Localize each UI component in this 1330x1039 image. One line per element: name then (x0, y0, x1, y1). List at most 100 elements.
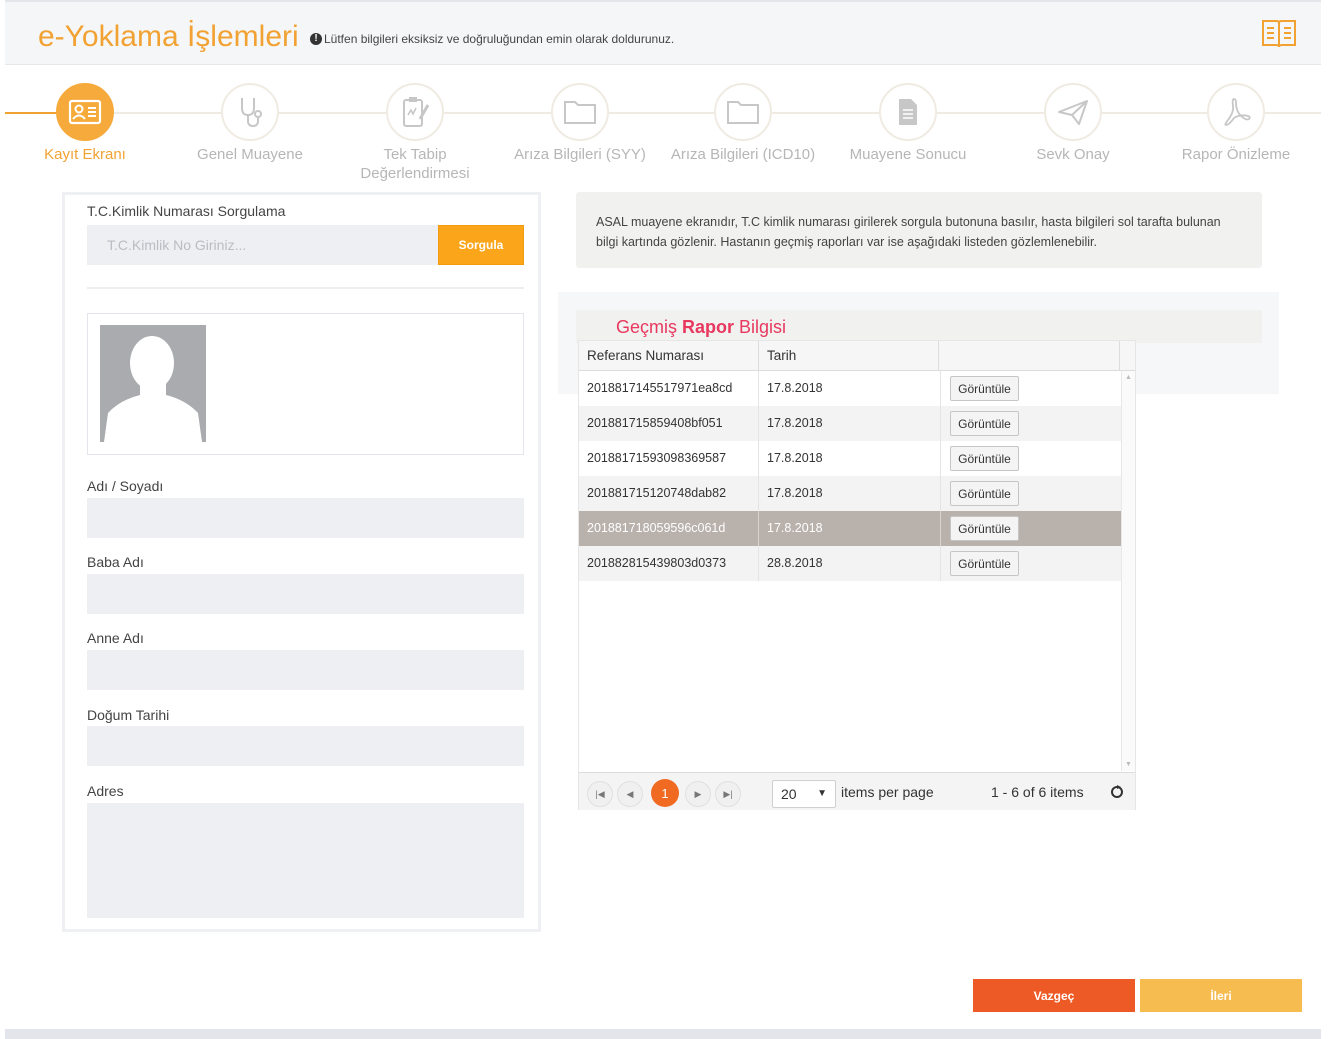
view-button[interactable]: Görüntüle (950, 551, 1019, 576)
patient-card: T.C.Kimlik Numarası Sorgulama Sorgula Ad… (62, 192, 541, 932)
ref-cell: 201882815439803d0373 (579, 546, 759, 581)
birth-label: Doğum Tarihi (87, 707, 170, 723)
address-field[interactable] (87, 803, 524, 918)
photo-box (87, 313, 524, 455)
step-rapor-onizleme[interactable]: Rapor Önizleme (1156, 83, 1316, 164)
refresh-icon[interactable] (1110, 785, 1124, 799)
document-icon (899, 99, 917, 125)
date-cell: 17.8.2018 (759, 441, 941, 476)
last-page-icon[interactable]: ▶| (715, 781, 741, 807)
step-ariza-syy[interactable]: Arıza Bilgileri (SYY) (500, 83, 660, 164)
birth-field[interactable] (87, 726, 524, 766)
step-circle (221, 83, 279, 141)
step-genel-muayene[interactable]: Genel Muayene (170, 83, 330, 164)
history-title-pre: Geçmiş (616, 317, 683, 337)
date-cell: 28.8.2018 (759, 546, 941, 581)
table-row[interactable]: 201881715120748dab82 17.8.2018 Görüntüle (579, 476, 1121, 511)
folder-icon (727, 101, 759, 124)
bottom-border (5, 1029, 1321, 1039)
tc-label: T.C.Kimlik Numarası Sorgulama (87, 203, 286, 219)
wizard-steps: Kayıt Ekranı Genel Muayene Tek Tabip Değ… (5, 80, 1321, 190)
next-button[interactable]: İleri (1140, 979, 1302, 1012)
table-row[interactable]: 20188171593098369587 17.8.2018 Görüntüle (579, 441, 1121, 476)
current-page[interactable]: 1 (651, 779, 679, 807)
next-page-icon[interactable]: ▶ (685, 781, 711, 807)
step-sevk-onay[interactable]: Sevk Onay (993, 83, 1153, 164)
step-circle (1207, 83, 1265, 141)
history-title-post: Bilgisi (734, 317, 787, 337)
clipboard-pen-icon (403, 97, 430, 127)
step-label: Sevk Onay (1036, 146, 1110, 163)
view-button[interactable]: Görüntüle (950, 481, 1019, 506)
dropdown-caret-icon: ▼ (817, 788, 827, 799)
divider (87, 287, 524, 289)
view-button[interactable]: Görüntüle (950, 516, 1019, 541)
step-kayit-ekrani[interactable]: Kayıt Ekranı (5, 83, 165, 164)
address-label: Adres (87, 783, 124, 799)
app-frame: e-Yoklama İşlemleri ! Lütfen bilgileri e… (5, 0, 1321, 1039)
mother-field[interactable] (87, 650, 524, 690)
view-button[interactable]: Görüntüle (950, 446, 1019, 471)
ref-cell: 201881718059596c061d (579, 511, 759, 546)
step-circle (551, 83, 609, 141)
history-grid: Referans Numarası Tarih 2018817145517971… (578, 340, 1136, 810)
history-title: Geçmiş Rapor Bilgisi (616, 317, 786, 338)
page-title: e-Yoklama İşlemleri (38, 20, 299, 53)
view-button[interactable]: Görüntüle (950, 411, 1019, 436)
header-info: ! Lütfen bilgileri eksiksiz ve doğruluğu… (310, 32, 674, 46)
step-label: Arıza Bilgileri (ICD10) (670, 146, 816, 163)
stethoscope-icon (241, 98, 262, 128)
step-circle (1044, 83, 1102, 141)
date-cell: 17.8.2018 (759, 406, 941, 441)
mother-label: Anne Adı (87, 630, 144, 646)
table-row[interactable]: 201881715859408bf051 17.8.2018 Görüntüle (579, 406, 1121, 441)
step-circle (56, 83, 114, 141)
id-card-icon (68, 99, 102, 125)
table-row[interactable]: 201882815439803d0373 28.8.2018 Görüntüle (579, 546, 1121, 581)
father-field[interactable] (87, 574, 524, 614)
page-header: e-Yoklama İşlemleri ! Lütfen bilgileri e… (5, 2, 1321, 65)
date-cell: 17.8.2018 (759, 371, 941, 406)
name-field[interactable] (87, 498, 524, 538)
column-header-ref[interactable]: Referans Numarası (579, 341, 759, 371)
info-box: ASAL muayene ekranıdır, T.C kimlik numar… (576, 192, 1262, 268)
ref-cell: 2018817145517971ea8cd (579, 371, 759, 406)
step-label: Genel Muayene (197, 146, 303, 163)
avatar (100, 325, 206, 442)
scroll-down-icon[interactable]: ▼ (1125, 761, 1132, 768)
table-row[interactable]: 2018817145517971ea8cd 17.8.2018 Görüntül… (579, 371, 1121, 406)
pdf-icon (1224, 98, 1251, 126)
page-size-select[interactable]: 20 ▼ (772, 780, 836, 808)
step-label: Muayene Sonucu (849, 146, 967, 163)
person-silhouette-icon (104, 336, 202, 442)
history-title-bold: Rapor (682, 317, 735, 337)
step-muayene-sonucu[interactable]: Muayene Sonucu (828, 83, 988, 164)
step-tek-tabip[interactable]: Tek Tabip Değerlendirmesi (335, 83, 495, 183)
table-row-selected[interactable]: 201881718059596c061d 17.8.2018 Görüntüle (579, 511, 1121, 546)
grid-scrollbar[interactable]: ▲ ▼ (1121, 371, 1135, 771)
first-page-icon[interactable]: |◀ (587, 781, 613, 807)
query-button[interactable]: Sorgula (438, 225, 524, 265)
column-header-action (939, 341, 1120, 371)
step-label: Rapor Önizleme (1181, 146, 1291, 163)
cancel-button[interactable]: Vazgeç (973, 979, 1135, 1012)
page-size-value: 20 (781, 786, 797, 802)
pager-summary: 1 - 6 of 6 items (991, 784, 1084, 800)
date-cell: 17.8.2018 (759, 476, 941, 511)
step-circle (386, 83, 444, 141)
name-label: Adı / Soyadı (87, 478, 164, 494)
grid-header: Referans Numarası Tarih (579, 341, 1135, 371)
grid-pager: |◀ ◀ 1 ▶ ▶| 20 ▼ items per page 1 - 6 of… (579, 772, 1135, 810)
view-button[interactable]: Görüntüle (950, 376, 1019, 401)
date-cell: 17.8.2018 (759, 511, 941, 546)
header-info-text: Lütfen bilgileri eksiksiz ve doğruluğund… (324, 32, 675, 46)
step-label: Arıza Bilgileri (SYY) (514, 146, 646, 163)
scroll-up-icon[interactable]: ▲ (1125, 374, 1132, 381)
book-icon[interactable] (1259, 18, 1299, 50)
folder-icon (564, 101, 596, 124)
step-ariza-icd10[interactable]: Arıza Bilgileri (ICD10) (663, 83, 823, 164)
prev-page-icon[interactable]: ◀ (617, 781, 643, 807)
tc-input[interactable] (87, 225, 438, 265)
column-header-date[interactable]: Tarih (759, 341, 939, 371)
items-per-page-label: items per page (841, 784, 934, 800)
